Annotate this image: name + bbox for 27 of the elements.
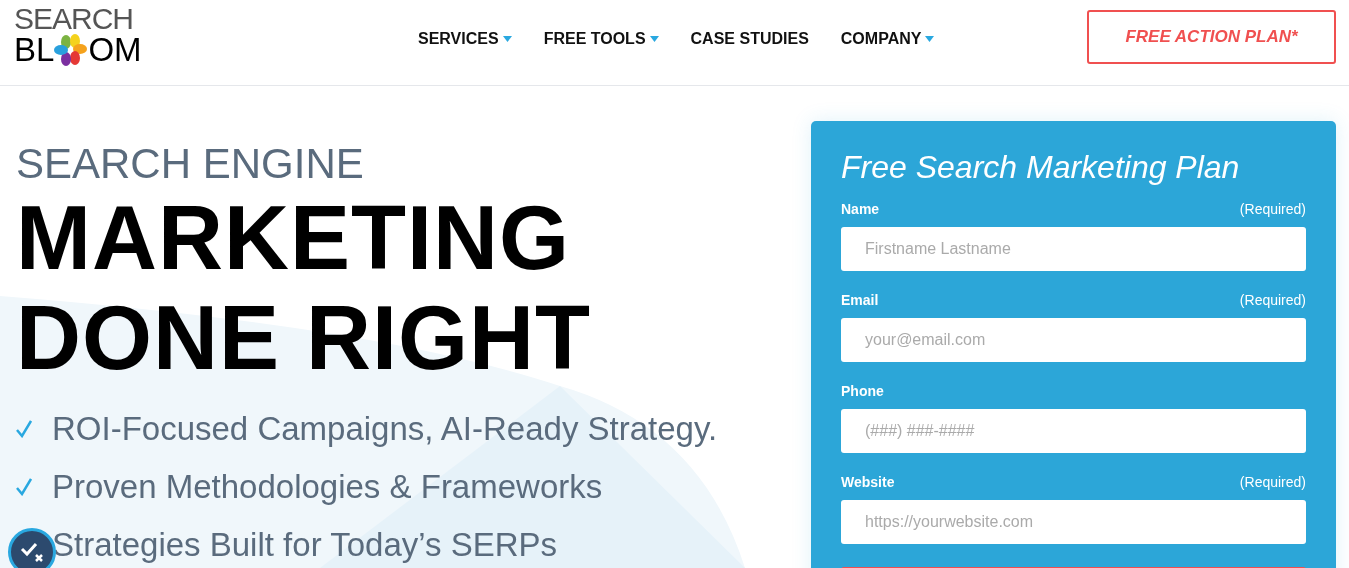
logo[interactable]: SEARCH BL OM: [14, 5, 142, 67]
action-plan-button[interactable]: FREE ACTION PLAN*: [1087, 10, 1336, 64]
hero-headline: MARKETING: [16, 188, 570, 288]
field-label: Email: [841, 290, 879, 310]
input-field[interactable]: (###) ###-####: [841, 409, 1306, 453]
form-title: Free Search Marketing Plan: [841, 148, 1241, 187]
bullet-text: Proven Methodologies & Frameworks: [52, 467, 603, 508]
input-field[interactable]: your@email.com: [841, 318, 1306, 362]
input-field[interactable]: Firstname Lastname: [841, 227, 1306, 271]
required-note: (Required): [1239, 472, 1306, 492]
nav-link[interactable]: FREE TOOLS: [543, 27, 659, 51]
hero-kicker: SEARCH ENGINE: [16, 140, 364, 188]
input-field[interactable]: https://yourwebsite.com: [841, 500, 1306, 544]
logo-text: OM: [88, 34, 142, 66]
logo-text: SEARCH: [14, 5, 135, 33]
nav-link[interactable]: CASE STUDIES: [690, 27, 809, 51]
hero-headline: DONE RIGHT: [16, 288, 591, 388]
field-label: Website: [841, 472, 895, 492]
field-label: Name: [841, 199, 880, 219]
required-note: (Required): [1239, 199, 1306, 219]
logo-text: BL: [14, 34, 55, 66]
nav-link[interactable]: COMPANY: [840, 27, 935, 51]
required-note: (Required): [1239, 290, 1306, 310]
bullet-text: Strategies Built for Today’s SERPs: [52, 525, 558, 566]
nav-link[interactable]: SERVICES: [418, 27, 512, 51]
field-label: Phone: [841, 381, 884, 401]
bullet-text: ROI-Focused Campaigns, AI-Ready Strategy.: [52, 409, 718, 450]
